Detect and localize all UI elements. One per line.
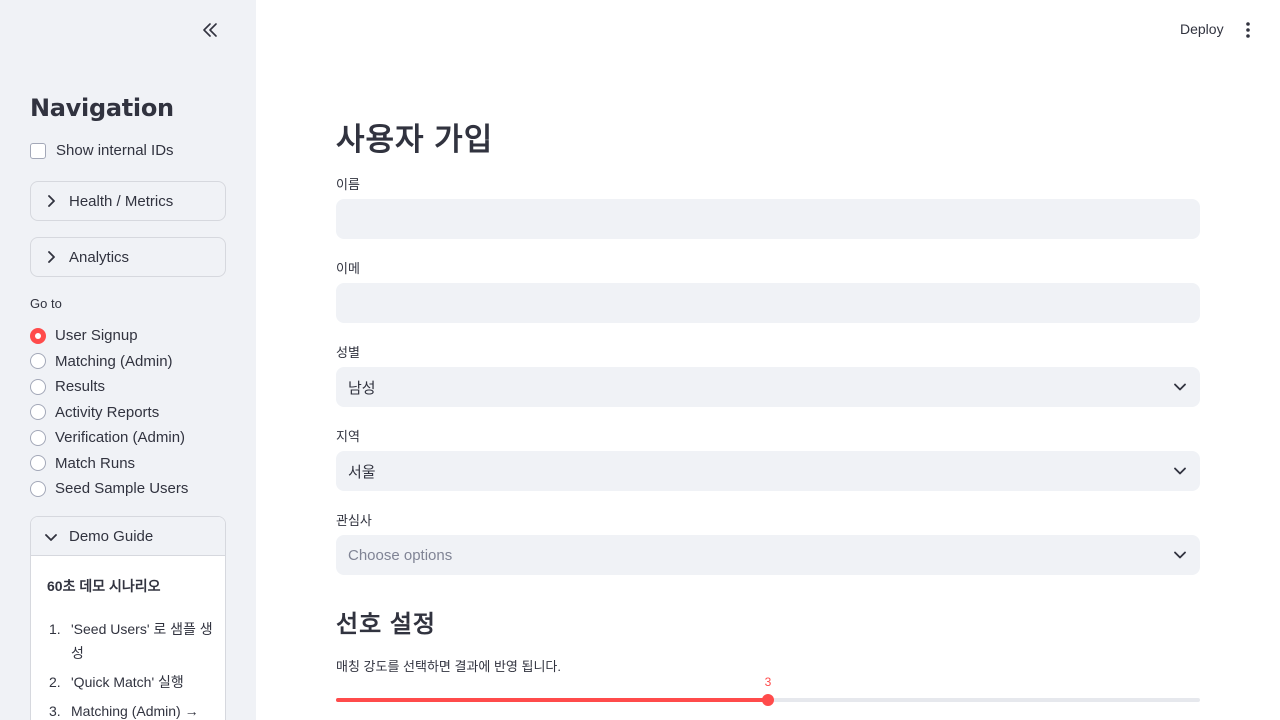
- expander-label: Health / Metrics: [69, 192, 174, 210]
- radio-button[interactable]: [30, 429, 46, 446]
- expander-analytics[interactable]: Analytics: [30, 237, 226, 277]
- radio-label: User Signup: [55, 327, 138, 345]
- demo-guide-header[interactable]: Demo Guide: [31, 517, 225, 556]
- radio-label: Activity Reports: [55, 403, 160, 421]
- region-select[interactable]: 서울: [336, 451, 1200, 491]
- radio-label: Verification (Admin): [55, 429, 186, 447]
- chevron-right-icon: [45, 251, 57, 263]
- demo-guide-steps: 1. 'Seed Users' 로 샘플 생성 2. 'Quick Match'…: [49, 617, 219, 720]
- name-input[interactable]: [336, 199, 1200, 239]
- name-field-label: 이름: [336, 177, 360, 192]
- radio-verification-admin[interactable]: Verification (Admin): [30, 425, 188, 451]
- radio-match-runs[interactable]: Match Runs: [30, 451, 188, 477]
- select-value: 서울: [348, 463, 376, 481]
- radio-button[interactable]: [30, 455, 46, 472]
- radio-button[interactable]: [30, 404, 46, 421]
- main-menu-button[interactable]: [1238, 18, 1258, 42]
- multiselect-placeholder: Choose options: [348, 546, 453, 564]
- step-text: 'Seed Users' 로 샘플 생성: [71, 621, 213, 661]
- chevron-right-icon: [45, 195, 57, 207]
- step-number: 2.: [49, 674, 61, 690]
- step-number: 3.: [49, 703, 61, 719]
- radio-label: Match Runs: [55, 454, 136, 472]
- sidebar: Navigation Show internal IDs Health / Me…: [0, 0, 256, 720]
- email-field-label: 이메: [336, 261, 360, 276]
- demo-guide-expander: Demo Guide 60초 데모 시나리오 1. 'Seed Users' 로…: [30, 516, 226, 720]
- page-title: 사용자 가입: [336, 122, 494, 157]
- radio-seed-sample-users[interactable]: Seed Sample Users: [30, 476, 188, 502]
- expander-health-metrics[interactable]: Health / Metrics: [30, 181, 226, 221]
- step-text: 'Quick Match' 실행: [71, 674, 184, 690]
- region-select-label: 지역: [336, 429, 360, 444]
- radio-label: Results: [55, 378, 106, 396]
- radio-button-selected[interactable]: [30, 327, 46, 344]
- chevron-down-icon: [1174, 467, 1186, 475]
- interests-multiselect-label: 관심사: [336, 513, 372, 528]
- list-item: 1. 'Seed Users' 로 샘플 생성: [49, 617, 219, 665]
- radio-button[interactable]: [30, 353, 46, 370]
- radio-results[interactable]: Results: [30, 374, 188, 400]
- select-value: 남성: [348, 379, 376, 397]
- preferences-section-title: 선호 설정: [336, 611, 436, 638]
- radio-activity-reports[interactable]: Activity Reports: [30, 400, 188, 426]
- vertical-ellipsis-icon: [1246, 22, 1250, 38]
- radio-user-signup[interactable]: User Signup: [30, 323, 188, 349]
- gender-select[interactable]: 남성: [336, 367, 1200, 407]
- page-radio-group: User Signup Matching (Admin) Results Act…: [30, 323, 188, 502]
- deploy-button[interactable]: Deploy: [1172, 14, 1232, 44]
- email-input[interactable]: [336, 283, 1200, 323]
- list-item: 3. Matching (Admin) →: [49, 699, 219, 720]
- double-chevron-left-icon: [203, 23, 217, 37]
- radio-label: Seed Sample Users: [55, 480, 189, 498]
- slider-fill: [336, 698, 768, 702]
- collapse-sidebar-button[interactable]: [198, 18, 222, 42]
- radio-matching-admin[interactable]: Matching (Admin): [30, 349, 188, 375]
- list-item: 2. 'Quick Match' 실행: [49, 670, 219, 694]
- expander-label: Analytics: [69, 248, 130, 266]
- goto-label: Go to: [30, 296, 62, 311]
- show-internal-ids-checkbox[interactable]: Show internal IDs: [30, 142, 174, 159]
- radio-button[interactable]: [30, 480, 46, 497]
- step-number: 1.: [49, 621, 61, 637]
- chevron-down-icon: [45, 528, 57, 545]
- slider-thumb[interactable]: [762, 694, 774, 706]
- slider-helper-text: 매칭 강도를 선택하면 결과에 반영 됩니다.: [336, 659, 561, 674]
- interests-multiselect[interactable]: Choose options: [336, 535, 1200, 575]
- radio-label: Matching (Admin): [55, 352, 173, 370]
- sidebar-title: Navigation: [30, 94, 174, 122]
- demo-guide-subtitle: 60초 데모 시나리오: [47, 578, 161, 594]
- demo-guide-label: Demo Guide: [69, 527, 154, 545]
- chevron-down-icon: [1174, 551, 1186, 559]
- gender-select-label: 성별: [336, 345, 360, 360]
- checkbox-label: Show internal IDs: [56, 142, 174, 159]
- step-text: Matching (Admin) →: [71, 703, 199, 719]
- slider-value-label: 3: [764, 675, 772, 689]
- chevron-down-icon: [1174, 383, 1186, 391]
- checkbox-box[interactable]: [30, 142, 46, 159]
- radio-button[interactable]: [30, 378, 46, 395]
